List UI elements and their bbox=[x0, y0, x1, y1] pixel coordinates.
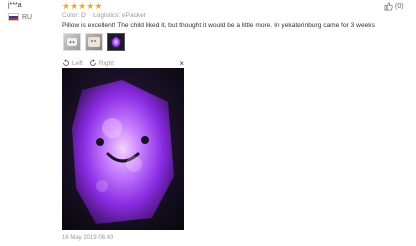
star-icon: ★ bbox=[78, 1, 87, 11]
thumbs-up-icon bbox=[384, 2, 393, 11]
review-date: 16 May 2019 06:43 bbox=[62, 235, 114, 241]
review-thumbnails bbox=[63, 33, 125, 51]
review-thumbnail[interactable] bbox=[85, 33, 103, 51]
country-code: RU bbox=[22, 13, 33, 21]
pillow-photo-thumbnail bbox=[67, 38, 77, 46]
reviewer-country: RU bbox=[8, 13, 32, 21]
review-thumbnail[interactable] bbox=[63, 33, 81, 51]
rotate-right-label: Right bbox=[98, 59, 115, 67]
color-label: Color: bbox=[62, 12, 80, 19]
star-icon: ★ bbox=[62, 1, 71, 11]
color-value: D bbox=[81, 12, 86, 19]
order-meta: Color: D Logistics: ePacket bbox=[62, 12, 146, 19]
star-icon: ★ bbox=[94, 1, 103, 11]
glowing-star-pillow-image bbox=[62, 68, 184, 230]
rotate-left-label: Left bbox=[72, 59, 83, 67]
glowing-pillow-thumbnail bbox=[108, 34, 124, 50]
rating-stars: ★ ★ ★ ★ ★ bbox=[62, 2, 102, 11]
helpful-button[interactable]: (0) bbox=[384, 2, 404, 11]
rotate-left-icon bbox=[63, 59, 69, 66]
review-thumbnail-selected[interactable] bbox=[107, 33, 125, 51]
star-icon: ★ bbox=[70, 1, 79, 11]
reviewer-name: j***a bbox=[8, 2, 22, 9]
helpful-count: (0) bbox=[395, 3, 404, 10]
close-viewer-button[interactable]: × bbox=[179, 59, 184, 68]
review-photo-large bbox=[62, 68, 184, 230]
logistics-label: Logistics: bbox=[93, 12, 121, 19]
pillow-photo-thumbnail bbox=[88, 37, 100, 47]
logistics-value: ePacket bbox=[122, 12, 146, 19]
star-icon: ★ bbox=[86, 1, 95, 11]
rotate-right-icon bbox=[90, 59, 96, 66]
russia-flag-icon bbox=[8, 13, 19, 21]
review-text: Pillow is excellent! The child liked it,… bbox=[62, 22, 375, 29]
rotate-right-button[interactable]: Right bbox=[89, 59, 114, 67]
rotate-left-button[interactable]: Left bbox=[62, 59, 83, 67]
image-viewer-toolbar: Left Right × bbox=[62, 58, 184, 68]
